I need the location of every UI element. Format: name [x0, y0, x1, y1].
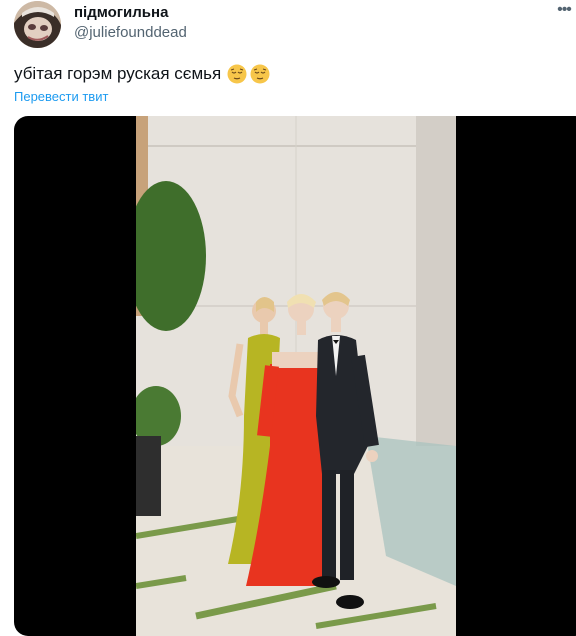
relieved-face-emoji-icon	[227, 64, 247, 84]
tweet-text-row: убітая горэм руская сємья	[14, 63, 270, 85]
avatar[interactable]	[14, 1, 61, 48]
tweet-media[interactable]	[14, 116, 576, 636]
more-icon[interactable]: •••	[554, 0, 574, 20]
avatar-photo-icon	[14, 1, 61, 48]
translate-tweet-link[interactable]: Перевести твит	[14, 89, 108, 104]
photo-image-icon	[136, 116, 456, 636]
photo-image[interactable]	[136, 116, 456, 636]
tweet-text: убітая горэм руская сємья	[14, 64, 222, 83]
relieved-face-emoji-icon	[250, 64, 270, 84]
author-handle[interactable]: @juliefounddead	[74, 24, 187, 41]
author-display-name[interactable]: підмогильна	[74, 4, 168, 21]
